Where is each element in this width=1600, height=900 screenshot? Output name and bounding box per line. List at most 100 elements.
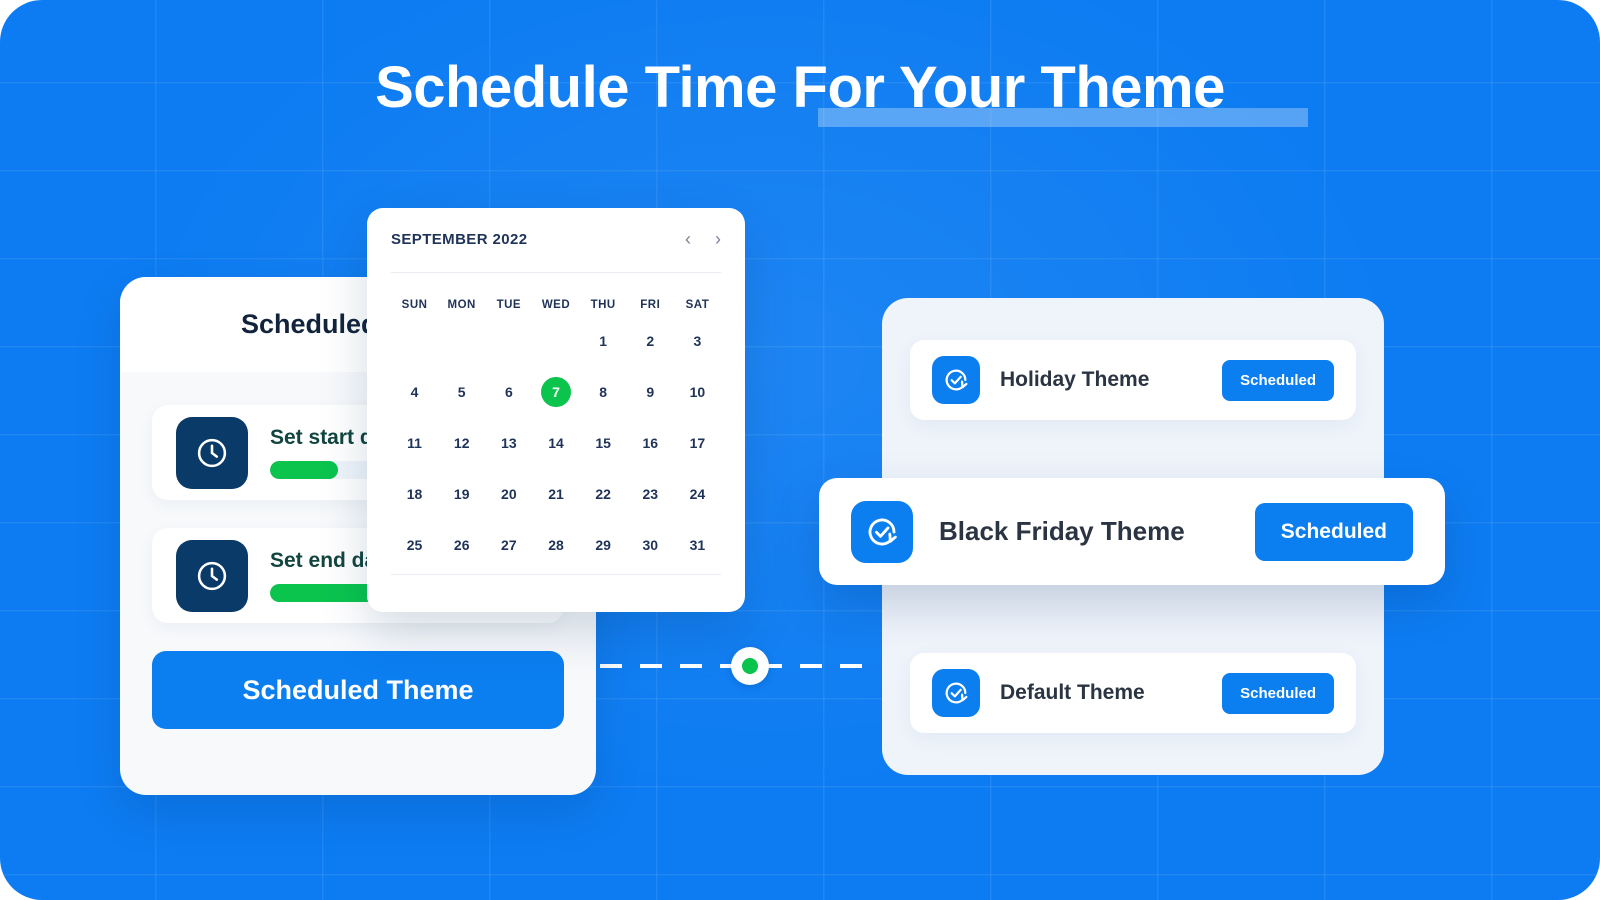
calendar-day[interactable]: 11 (391, 417, 438, 468)
calendar-day[interactable]: 19 (438, 468, 485, 519)
calendar-day[interactable]: 30 (627, 519, 674, 570)
calendar-day[interactable]: 15 (580, 417, 627, 468)
title-lead: Schedule Time (375, 55, 793, 120)
calendar-day-value: 22 (595, 485, 611, 502)
calendar-day-value: 16 (642, 434, 659, 451)
calendar-day[interactable]: 9 (627, 366, 674, 417)
calendar-day[interactable]: 26 (438, 519, 485, 570)
calendar-day-value: 8 (599, 383, 608, 400)
calendar-day[interactable]: 17 (674, 417, 721, 468)
calendar-day[interactable]: 2 (627, 315, 674, 366)
calendar-day-value: 3 (693, 332, 702, 349)
calendar-day[interactable]: 8 (580, 366, 627, 417)
calendar-day[interactable]: 12 (438, 417, 485, 468)
set-start-date-progress-fill (270, 461, 338, 479)
calendar-day-header: WED (541, 299, 571, 311)
calendar-day-value: 10 (689, 383, 706, 400)
clock-icon (176, 539, 248, 612)
calendar-day-value: 15 (595, 434, 611, 451)
calendar-day[interactable]: 6 (485, 366, 532, 417)
calendar-day[interactable]: 21 (532, 468, 579, 519)
calendar-day[interactable]: 4 (391, 366, 438, 417)
calendar-day-value: 6 (504, 383, 513, 400)
calendar-day-value: 18 (406, 485, 423, 502)
calendar-day-header: THU (590, 299, 616, 311)
calendar-day-selected[interactable]: 7 (532, 366, 579, 417)
calendar-day[interactable]: 1 (580, 315, 627, 366)
chevron-right-icon[interactable]: › (715, 230, 721, 248)
calendar-day[interactable]: 29 (580, 519, 627, 570)
calendar-day-value: 12 (453, 434, 470, 451)
calendar-day[interactable]: 14 (532, 417, 579, 468)
calendar-day[interactable]: 5 (438, 366, 485, 417)
promo-graphic: Schedule Time For Your Theme Scheduled b… (0, 0, 1600, 900)
connector-node-dot (742, 658, 758, 674)
calendar-day[interactable]: 18 (391, 468, 438, 519)
theme-card-default[interactable]: Default Theme Scheduled (910, 653, 1356, 733)
calendar-day-value: 19 (453, 485, 470, 502)
calendar-day-value: 25 (406, 536, 423, 553)
calendar-day[interactable]: 27 (485, 519, 532, 570)
calendar-day-value: 5 (457, 383, 466, 400)
calendar-day-value: 21 (548, 485, 564, 502)
theme-card-black-friday[interactable]: Black Friday Theme Scheduled (819, 478, 1445, 585)
chevron-left-icon[interactable]: ‹ (685, 230, 691, 248)
calendar-day[interactable]: 10 (674, 366, 721, 417)
theme-name: Default Theme (1000, 681, 1145, 704)
theme-card-holiday[interactable]: Holiday Theme Scheduled (910, 340, 1356, 420)
calendar-day-empty (532, 315, 579, 366)
calendar-day-grid: 1 2 3 4 5 6 7 8 9 10 11 12 13 14 15 16 17 18 19 20 21 22 23 24 2… (391, 315, 721, 570)
calendar-day-value: 20 (501, 485, 517, 502)
calendar-day[interactable]: 16 (627, 417, 674, 468)
calendar-day-value: 30 (642, 536, 659, 553)
flow-connector-node (731, 647, 769, 685)
page-title-wrap: Schedule Time For Your Theme (0, 52, 1600, 127)
calendar-day-value: 7 (540, 376, 571, 407)
calendar-day-value: 2 (646, 332, 655, 349)
theme-status-button[interactable]: Scheduled (1222, 672, 1334, 714)
calendar-day-value: 17 (689, 434, 706, 451)
calendar-footer-divider (391, 574, 721, 575)
calendar-day-value: 26 (453, 536, 470, 553)
calendar-day-empty (391, 315, 438, 366)
calendar-day-value: 4 (410, 383, 419, 400)
calendar-day-header: TUE (496, 299, 522, 311)
title-highlight-text: For Your Theme (792, 55, 1226, 120)
scheduled-theme-button[interactable]: Scheduled Theme (152, 651, 564, 729)
check-refresh-icon (851, 500, 913, 563)
calendar-day-header: SUN (401, 299, 428, 311)
calendar-day[interactable]: 3 (674, 315, 721, 366)
calendar-day[interactable]: 31 (674, 519, 721, 570)
calendar-day[interactable]: 22 (580, 468, 627, 519)
theme-status-button[interactable]: Scheduled (1222, 359, 1334, 401)
calendar-day-value: 14 (548, 434, 564, 451)
check-refresh-icon (932, 669, 980, 717)
calendar-day-value: 1 (599, 332, 608, 349)
calendar-day-value: 27 (501, 536, 517, 553)
check-refresh-icon (932, 356, 980, 404)
calendar-month-label: SEPTEMBER 2022 (391, 230, 528, 248)
calendar-day-value: 23 (642, 485, 659, 502)
calendar-day[interactable]: 24 (674, 468, 721, 519)
theme-status-button[interactable]: Scheduled (1254, 502, 1413, 561)
calendar-day-value: 11 (407, 434, 422, 451)
calendar-day-headers: SUN MON TUE WED THU FRI SAT (391, 273, 721, 315)
calendar-day[interactable]: 20 (485, 468, 532, 519)
calendar-day-value: 24 (689, 485, 706, 502)
date-picker-calendar: SEPTEMBER 2022 ‹ › SUN MON TUE WED THU FRI SAT… (367, 208, 745, 612)
calendar-day[interactable]: 28 (532, 519, 579, 570)
calendar-day-empty (485, 315, 532, 366)
page-title: Schedule Time For Your Theme (375, 52, 1309, 127)
calendar-day[interactable]: 13 (485, 417, 532, 468)
calendar-header: SEPTEMBER 2022 ‹ › (391, 208, 721, 270)
calendar-day[interactable]: 23 (627, 468, 674, 519)
clock-icon (176, 416, 248, 489)
calendar-day-value: 13 (501, 434, 517, 451)
calendar-day-header: MON (447, 299, 476, 311)
calendar-day-value: 9 (646, 383, 655, 400)
calendar-day-value: 31 (689, 536, 706, 553)
calendar-day-header: FRI (640, 299, 661, 311)
calendar-day-value: 29 (595, 536, 611, 553)
calendar-day[interactable]: 25 (391, 519, 438, 570)
calendar-nav: ‹ › (685, 230, 721, 248)
